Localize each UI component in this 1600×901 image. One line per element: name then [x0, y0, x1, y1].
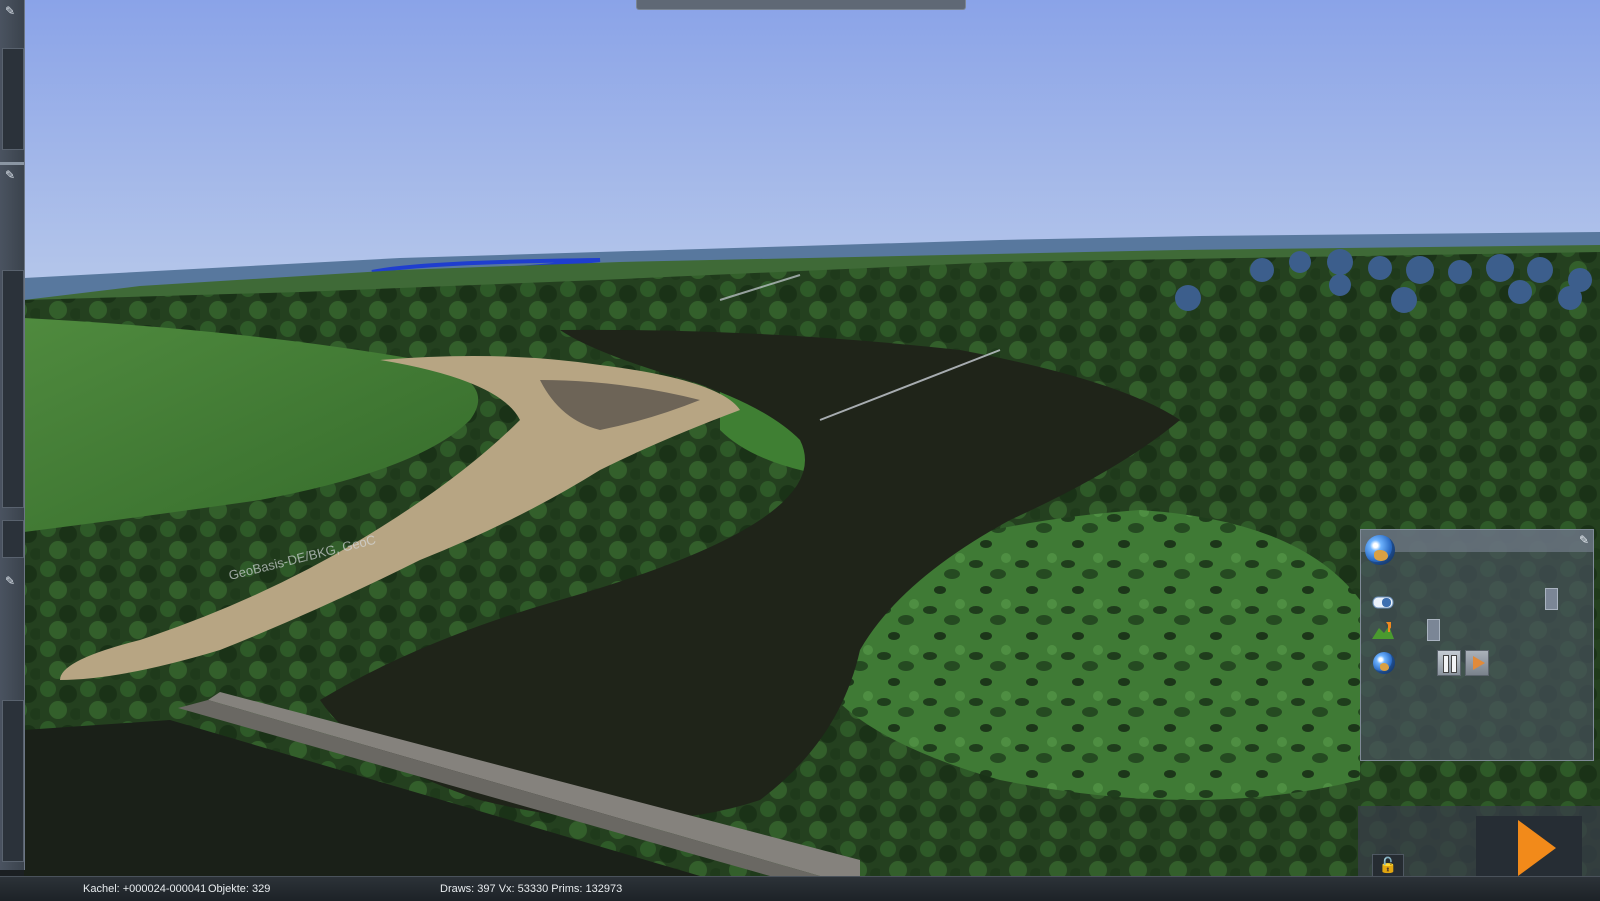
render-stats: Draws: 397 Vx: 53330 Prims: 132973 [440, 883, 623, 895]
terrain-height-icon[interactable] [1371, 620, 1395, 640]
bottom-controls: 🔓 [1358, 806, 1600, 878]
tile-status: Kachel: +000024-000041 [83, 883, 207, 895]
status-bar: Kachel: +000024-000041 Objekte: 329 Draw… [0, 876, 1600, 901]
play-area [1476, 816, 1582, 876]
top-collapse-tab[interactable] [636, 0, 966, 10]
pin-icon[interactable]: ✎ [1579, 533, 1589, 547]
play-button[interactable] [1518, 820, 1556, 876]
left-dock-rail: ✎ ✎ ✎ [0, 0, 25, 870]
left-dock-panel-2[interactable] [2, 270, 24, 508]
pin-icon[interactable]: ✎ [3, 168, 17, 182]
globe-icon[interactable] [1365, 535, 1395, 565]
pin-icon[interactable]: ✎ [3, 574, 17, 588]
left-dock-panel-3[interactable] [2, 520, 24, 558]
panel-header: ✎ [1361, 530, 1593, 552]
terrain-height-slider[interactable] [1427, 619, 1440, 641]
play-small-button[interactable] [1465, 650, 1489, 676]
left-dock-panel-4[interactable] [2, 700, 24, 862]
clouds-icon[interactable] [1371, 592, 1395, 612]
pause-button[interactable] [1437, 650, 1461, 676]
unlock-icon[interactable]: 🔓 [1372, 854, 1404, 878]
clouds-slider[interactable] [1545, 588, 1558, 610]
pin-icon[interactable]: ✎ [3, 4, 17, 18]
rail-separator [0, 162, 24, 165]
objects-status: Objekte: 329 [208, 883, 271, 895]
left-dock-panel-1[interactable] [2, 48, 24, 150]
view-control-panel: ✎ [1360, 529, 1594, 761]
world-icon[interactable] [1373, 652, 1395, 674]
